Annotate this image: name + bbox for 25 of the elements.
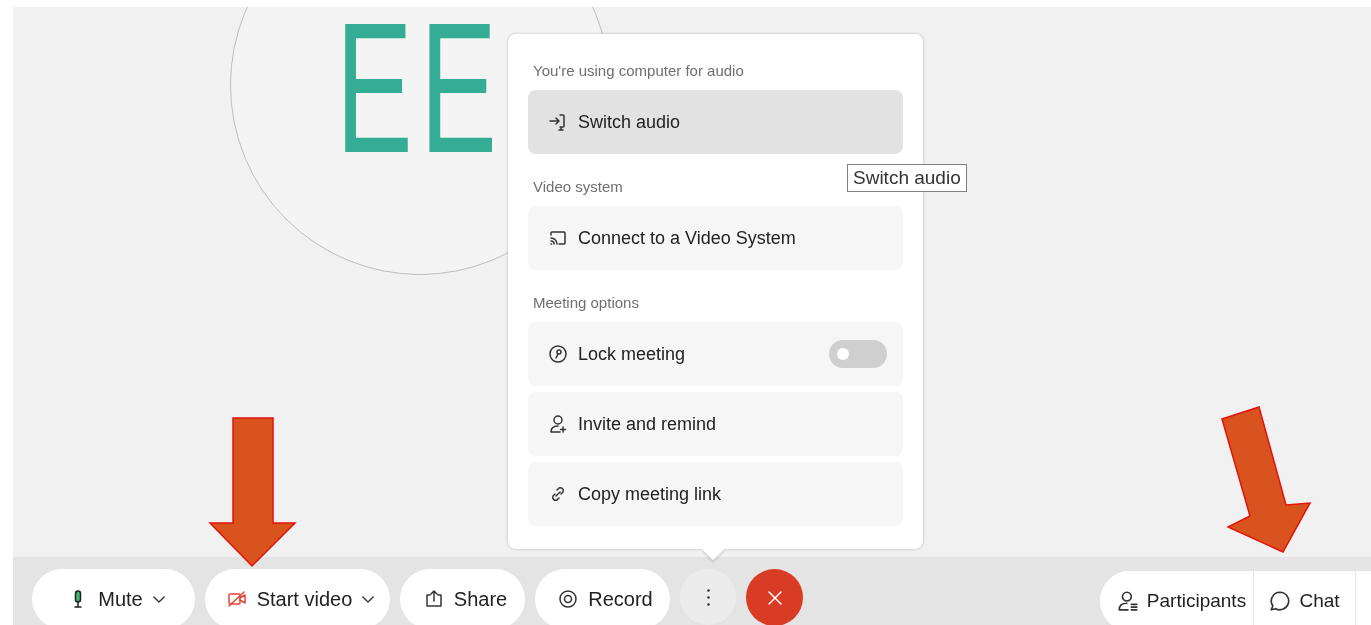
menu-item[interactable]: Lock meeting: [528, 322, 903, 386]
menu-item[interactable]: Copy meeting link: [528, 462, 903, 526]
end-call-button[interactable]: [746, 569, 803, 625]
menu-item[interactable]: Connect to a Video System: [528, 206, 903, 270]
video-off-icon: [226, 589, 247, 609]
share-button[interactable]: Share: [400, 569, 525, 625]
section-heading: Meeting options: [533, 293, 639, 313]
record-icon: [558, 589, 579, 609]
lock-icon: [548, 344, 568, 364]
record-button[interactable]: Record: [535, 569, 670, 625]
start-video-button[interactable]: Start video: [205, 569, 390, 625]
add-person-icon: [548, 414, 568, 434]
menu-item[interactable]: Invite and remind: [528, 392, 903, 456]
menu-item[interactable]: Switch audio: [528, 90, 903, 154]
toggle-switch[interactable]: [829, 340, 887, 368]
share-icon: [423, 589, 444, 609]
participants-icon: [1116, 590, 1139, 612]
section-heading: Video system: [533, 177, 623, 197]
more-icon: [706, 588, 710, 606]
switch-audio-icon: [548, 112, 568, 132]
section-heading: You're using computer for audio: [533, 61, 744, 81]
tooltip: Switch audio: [847, 164, 967, 192]
mute-button[interactable]: Mute: [32, 569, 195, 625]
chat-icon: [1269, 590, 1292, 612]
cast-icon: [548, 228, 568, 248]
